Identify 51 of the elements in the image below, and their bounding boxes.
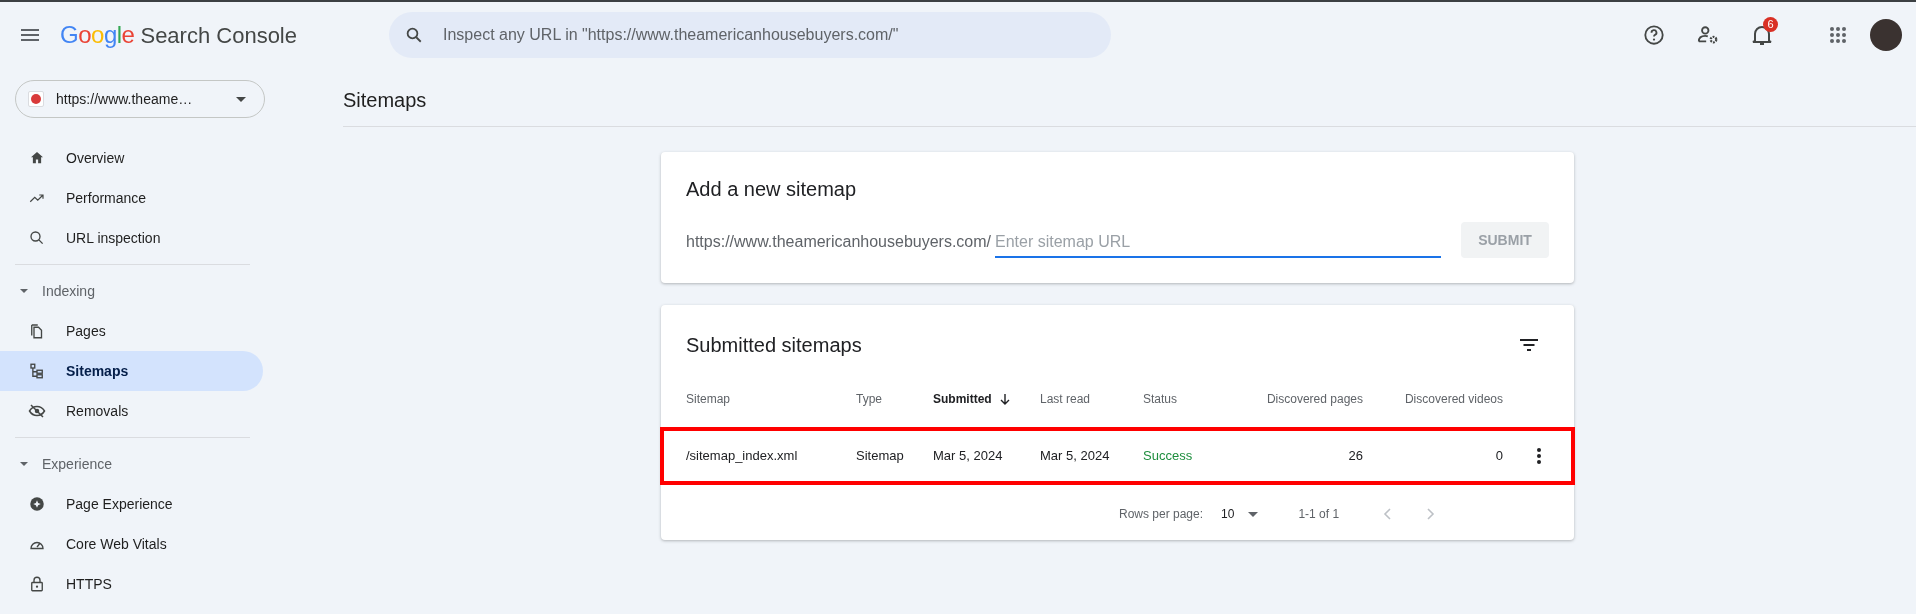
column-header[interactable]: Discovered pages [1231, 390, 1363, 408]
card-title: Add a new sitemap [686, 177, 858, 202]
table-cell-text: Success [1143, 447, 1194, 466]
sidebar-item[interactable]: Page Experience [0, 484, 263, 524]
card-title: Submitted sitemaps [686, 333, 862, 358]
search-field[interactable]: Inspect any URL in "https://www.theamericanhousebuyers.com/" [389, 12, 1111, 58]
url-prefix: https://www.theamericanhousebuyers.com/ [686, 232, 992, 252]
table-cell-text: Mar 5, 2024 [933, 447, 1004, 466]
section-header[interactable]: Experience [0, 444, 113, 484]
eye-off-icon [28, 402, 46, 420]
sidebar-item[interactable]: Performance [0, 178, 263, 218]
column-header[interactable]: Submitted [933, 390, 1040, 408]
sitemap-tree-icon [28, 362, 46, 380]
table-cell-text: 26 [1347, 447, 1363, 466]
pagination-range: 1-1 of 1 [1298, 506, 1340, 523]
search-icon [28, 229, 46, 247]
sidebar-item[interactable]: Pages [0, 311, 263, 351]
table-cell-text: 0 [1494, 447, 1503, 466]
google-logo: Google [60, 20, 135, 50]
table-cell-text: /sitemap_index.xml [686, 447, 799, 466]
notification-badge: 6 [1763, 17, 1778, 32]
sidebar-item[interactable]: URL inspection [0, 218, 263, 258]
sidebar-item[interactable]: Sitemaps [0, 351, 263, 391]
column-header[interactable]: Last read [1040, 390, 1143, 408]
sitemap-url-field[interactable]: Enter sitemap URL [995, 230, 1442, 258]
column-header[interactable]: Sitemap [686, 390, 856, 408]
page-title: Sitemaps [343, 88, 428, 113]
table-cell-text: Sitemap [856, 447, 905, 466]
sidebar-item[interactable]: Removals [0, 391, 263, 431]
sidebar-item[interactable]: Overview [0, 138, 263, 178]
rows-per-page-label: Rows per page: [1119, 506, 1204, 523]
dropdown-caret-icon [1248, 511, 1259, 517]
table-cell-text: Mar 5, 2024 [1040, 447, 1111, 466]
product-name: Search Console [140, 22, 297, 50]
caret-icon [20, 289, 28, 293]
column-header[interactable]: Discovered videos [1363, 390, 1503, 408]
notifications-button[interactable]: 6 [1742, 15, 1782, 55]
column-header[interactable]: Status [1143, 390, 1231, 408]
section-header[interactable]: Indexing [0, 271, 95, 311]
caret-icon [20, 462, 28, 466]
sidebar-item[interactable]: Core Web Vitals [0, 524, 263, 564]
rows-per-page-dropdown[interactable]: 10 [1221, 505, 1259, 523]
avatar[interactable] [1870, 19, 1902, 51]
site-favicon [28, 91, 44, 107]
dropdown-caret-icon [236, 96, 246, 102]
search-icon [405, 26, 423, 44]
sidebar-item[interactable]: HTTPS [0, 564, 263, 604]
sort-arrow-icon [999, 393, 1010, 405]
column-header[interactable]: Type [856, 390, 933, 408]
lock-icon [28, 575, 46, 593]
star-badge-icon [28, 495, 46, 513]
